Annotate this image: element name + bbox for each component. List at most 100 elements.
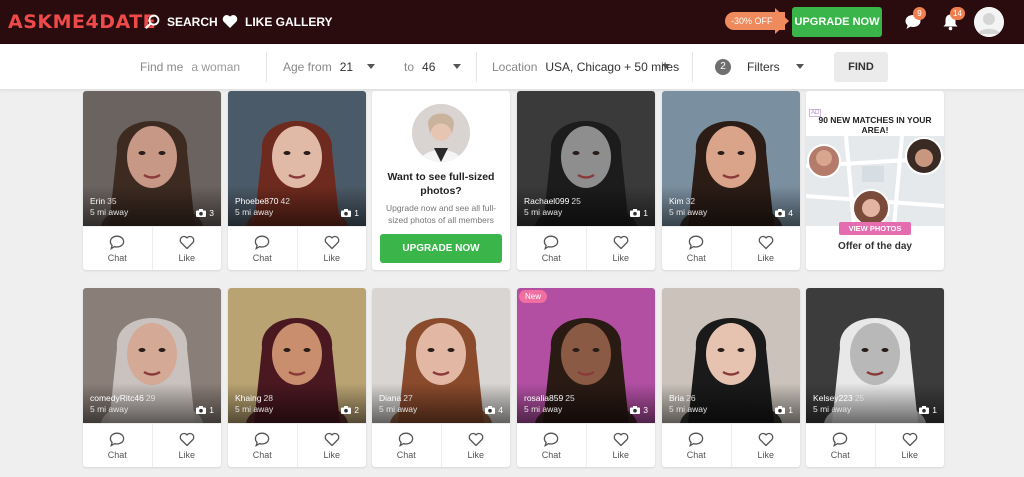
profile-name: Erin [90, 196, 106, 206]
photo-count: 1 [196, 405, 214, 415]
chat-button[interactable]: Chat [662, 227, 731, 270]
profile-card[interactable]: Bria 26 5 mi away 1 Chat Like [662, 288, 800, 467]
chat-button[interactable]: Chat [228, 227, 297, 270]
offer-of-the-day-card[interactable]: AD 90 NEW MATCHES IN YOUR AREA! VIEW PHO… [806, 91, 944, 270]
like-button[interactable]: Like [440, 424, 511, 467]
profile-actions: Chat Like [517, 423, 655, 467]
profile-card[interactable]: Khaing 28 5 mi away 2 Chat Like [228, 288, 366, 467]
photo-count-value: 3 [209, 208, 214, 218]
like-button[interactable]: Like [730, 424, 801, 467]
chat-button[interactable]: Chat [83, 424, 152, 467]
camera-icon [196, 209, 207, 217]
like-gallery-link[interactable]: LIKE GALLERY [222, 14, 333, 29]
profile-card[interactable]: Erin 35 5 mi away 3 Chat Like [83, 91, 221, 270]
chat-button[interactable]: Chat [372, 424, 441, 467]
like-button[interactable]: Like [874, 424, 945, 467]
promo-subtitle: Upgrade now and see all full-sized photo… [385, 203, 497, 225]
profile-name: Kim [669, 196, 684, 206]
chat-button[interactable]: Chat [806, 424, 875, 467]
chat-button[interactable]: Chat [517, 227, 586, 270]
chat-label: Chat [541, 449, 561, 460]
like-button[interactable]: Like [296, 227, 367, 270]
filters-dropdown[interactable]: 2 Filters [715, 44, 780, 90]
profile-photo[interactable]: Erin 35 5 mi away 3 [83, 91, 221, 226]
like-button[interactable]: Like [296, 424, 367, 467]
heart-icon [468, 432, 484, 446]
profile-name: Kelsey223 [813, 393, 853, 403]
search-link[interactable]: SEARCH [145, 14, 218, 29]
divider [692, 52, 693, 82]
camera-icon [775, 209, 786, 217]
chat-button[interactable]: Chat [517, 424, 586, 467]
profile-name-line: Kelsey223 25 [813, 393, 864, 403]
profile-photo[interactable]: Kelsey223 25 5 mi away 1 [806, 288, 944, 423]
profile-distance: 5 mi away [235, 404, 274, 414]
promo-profile-photo [412, 104, 470, 162]
user-avatar[interactable] [974, 7, 1004, 37]
like-label: Like [323, 449, 340, 460]
like-button[interactable]: Like [730, 227, 801, 270]
chat-bubble-icon [543, 235, 559, 250]
chevron-down-icon [796, 64, 804, 69]
profile-card[interactable]: Diana 27 5 mi away 4 Chat Like [372, 288, 510, 467]
profile-card[interactable]: comedyRitc46 29 5 mi away 1 Chat Like [83, 288, 221, 467]
profile-photo[interactable]: Kim 32 5 mi away 4 [662, 91, 800, 226]
profile-card[interactable]: Kelsey223 25 5 mi away 1 Chat Like [806, 288, 944, 467]
like-label: Like [178, 449, 195, 460]
photo-count-value: 3 [643, 405, 648, 415]
like-label: Like [901, 449, 918, 460]
photo-count: 1 [341, 208, 359, 218]
chevron-down-icon [367, 64, 375, 69]
chat-bubble-icon [688, 432, 704, 447]
camera-icon [485, 406, 496, 414]
profile-actions: Chat Like [83, 423, 221, 467]
camera-icon [196, 406, 207, 414]
like-button[interactable]: Like [151, 424, 222, 467]
profile-card[interactable]: Phoebe870 42 5 mi away 1 Chat Like [228, 91, 366, 270]
profile-photo[interactable]: Rachael099 25 5 mi away 1 [517, 91, 655, 226]
like-button[interactable]: Like [151, 227, 222, 270]
profile-photo[interactable]: Diana 27 5 mi away 4 [372, 288, 510, 423]
profile-photo[interactable]: Khaing 28 5 mi away 2 [228, 288, 366, 423]
chat-button[interactable]: Chat [228, 424, 297, 467]
upgrade-now-button[interactable]: UPGRADE NOW [792, 7, 882, 37]
view-photos-button[interactable]: VIEW PHOTOS [839, 222, 911, 235]
profile-card[interactable]: Kim 32 5 mi away 4 Chat Like [662, 91, 800, 270]
messages-button[interactable]: 9 [904, 7, 926, 36]
heart-icon [902, 432, 918, 446]
age-from-select[interactable]: Age from 21 [283, 44, 353, 90]
photo-gradient [228, 383, 366, 423]
profile-actions: Chat Like [228, 226, 366, 270]
like-label: Like [757, 449, 774, 460]
profile-photo[interactable]: comedyRitc46 29 5 mi away 1 [83, 288, 221, 423]
chat-button[interactable]: Chat [83, 227, 152, 270]
promo-upgrade-button[interactable]: UPGRADE NOW [380, 234, 502, 263]
heart-icon [222, 15, 238, 28]
location-select[interactable]: Location USA, Chicago + 50 miles [492, 44, 679, 90]
profile-actions: Chat Like [662, 423, 800, 467]
site-logo[interactable]: ASKME4DATE [8, 11, 156, 33]
like-label: Like [323, 252, 340, 263]
profile-card[interactable]: New rosalia859 25 5 mi away 3 Chat Like [517, 288, 655, 467]
find-me-select[interactable]: Find me a woman [140, 44, 240, 90]
top-navigation-bar: ASKME4DATE SEARCH LIKE GALLERY -30% OFF … [0, 0, 1024, 44]
profile-photo[interactable]: New rosalia859 25 5 mi away 3 [517, 288, 655, 423]
notifications-button[interactable]: 14 [942, 7, 965, 36]
filters-count-badge: 2 [715, 59, 731, 75]
search-icon [145, 14, 160, 29]
photo-count-value: 1 [932, 405, 937, 415]
find-button[interactable]: FIND [834, 52, 888, 82]
profile-card[interactable]: Rachael099 25 5 mi away 1 Chat Like [517, 91, 655, 270]
heart-icon [758, 235, 774, 249]
profile-photo[interactable]: Phoebe870 42 5 mi away 1 [228, 91, 366, 226]
profile-name-line: Kim 32 [669, 196, 695, 206]
age-to-select[interactable]: to 46 [404, 44, 435, 90]
profile-actions: Chat Like [83, 226, 221, 270]
like-button[interactable]: Like [585, 424, 656, 467]
like-button[interactable]: Like [585, 227, 656, 270]
profile-name-line: Rachael099 25 [524, 196, 581, 206]
photo-gradient [662, 383, 800, 423]
profile-name-line: Khaing 28 [235, 393, 273, 403]
chat-button[interactable]: Chat [662, 424, 731, 467]
profile-photo[interactable]: Bria 26 5 mi away 1 [662, 288, 800, 423]
